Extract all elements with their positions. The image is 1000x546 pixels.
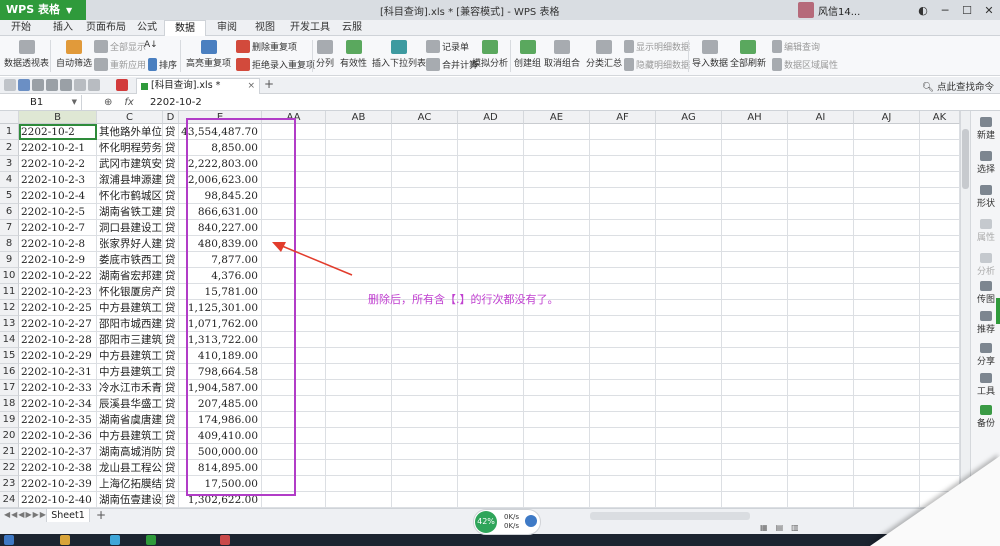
download-speed: 0K/s bbox=[504, 522, 520, 530]
accelerator-icon bbox=[525, 515, 537, 527]
speed-percent: 42% bbox=[475, 511, 497, 533]
annotation-arrow bbox=[272, 242, 353, 276]
arrow-line bbox=[281, 245, 353, 276]
speed-readout: 0K/s 0K/s bbox=[504, 513, 519, 531]
network-speed-widget[interactable]: 42% 0K/s 0K/s bbox=[473, 509, 541, 535]
upload-speed: 0K/s bbox=[504, 513, 520, 521]
annotation-note: 删除后，所有含【.】的行次都没有了。 bbox=[368, 293, 559, 306]
page-curl-decoration bbox=[870, 456, 1000, 546]
